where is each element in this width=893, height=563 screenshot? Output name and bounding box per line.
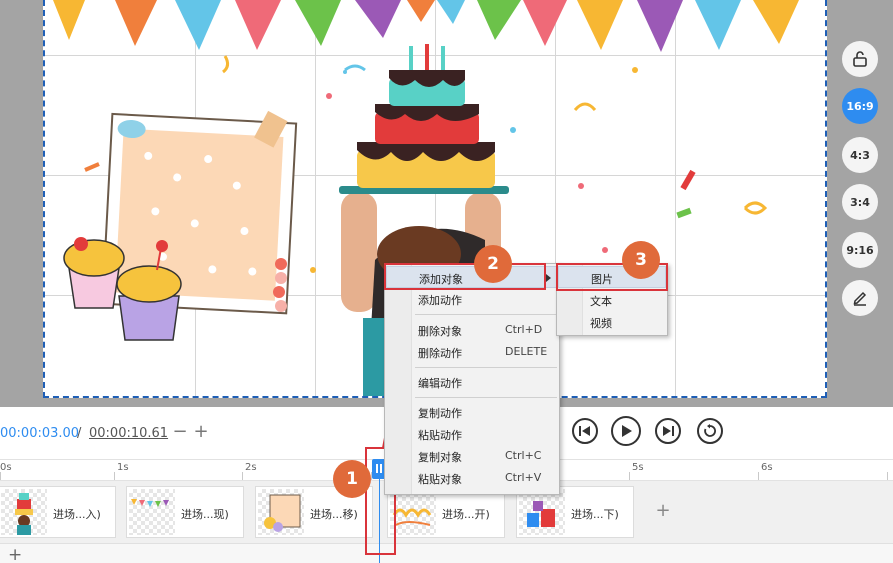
menu-item-label: 复制动作 (418, 407, 462, 420)
ratio-3-4-button[interactable]: 3:4 (842, 184, 878, 220)
time-separator: / (77, 426, 82, 441)
menu-item-label: 复制对象 (418, 451, 462, 464)
menu-item-paste-object[interactable]: 粘贴对象 Ctrl+V (386, 467, 558, 489)
menu-item-add-action[interactable]: 添加动作 (386, 288, 558, 310)
menu-separator (415, 397, 557, 398)
step-badge-1: 1 (333, 460, 371, 498)
menu-item-label: 粘贴对象 (418, 473, 462, 486)
ratio-16-9-button[interactable]: 16:9 (842, 88, 878, 124)
replay-button[interactable] (697, 418, 723, 444)
menu-item-label: 删除对象 (418, 325, 462, 338)
zoom-in-button[interactable]: + (193, 421, 209, 442)
ruler-tick (242, 472, 243, 480)
submenu-arrow-icon (546, 274, 551, 282)
clip-item[interactable]: 进场...入) (0, 486, 116, 538)
total-time[interactable]: 00:00:10.61 (89, 426, 168, 441)
play-icon (622, 425, 632, 437)
menu-item-shortcut: Ctrl+D (505, 323, 543, 336)
gifts-thumbnail (527, 501, 555, 527)
add-clip-button[interactable]: + (653, 502, 673, 522)
current-time: 00:00:03.00 (0, 426, 80, 441)
ruler-tick (114, 472, 115, 480)
annotation-box-add-object (384, 263, 546, 290)
menu-separator (415, 314, 557, 315)
ruler-label: 1s (117, 462, 129, 473)
replay-icon (704, 424, 716, 437)
bottom-bar: + (0, 543, 893, 563)
menu-item-paste-action[interactable]: 粘贴动作 (386, 423, 558, 445)
clip-thumbnail (1, 489, 47, 535)
menu-item-label: 添加动作 (418, 294, 462, 307)
menu-item-label: 编辑动作 (418, 377, 462, 390)
ruler-label: 5s (632, 462, 644, 473)
clip-label: 进场...下) (571, 508, 619, 521)
ruler-tick (887, 472, 888, 480)
menu-item-label: 视频 (590, 317, 612, 330)
menu-item-delete-action[interactable]: 删除动作 DELETE (386, 341, 558, 363)
play-button[interactable] (611, 416, 641, 446)
bunting-thumbnail (131, 499, 169, 507)
clip-thumbnail (519, 489, 565, 535)
step-badge-2: 2 (474, 245, 512, 283)
happy-birthday-text-thumbnail (392, 508, 432, 526)
menu-separator (415, 367, 557, 368)
add-track-button[interactable]: + (8, 545, 22, 563)
step-badge-3: 3 (622, 241, 660, 279)
lock-ratio-button[interactable] (842, 41, 878, 77)
ratio-9-16-button[interactable]: 9:16 (842, 232, 878, 268)
menu-item-copy-action[interactable]: 复制动作 (386, 401, 558, 423)
context-menu: 添加对象 添加动作 删除对象 Ctrl+D 删除动作 DELETE 编辑动作 复… (384, 263, 560, 495)
menu-item-copy-object[interactable]: 复制对象 Ctrl+C (386, 445, 558, 467)
video-editor: 16:9 4:3 3:4 9:16 00:00:03.00 / 00:00:10… (0, 0, 893, 563)
ruler-tick (758, 472, 759, 480)
clip-label: 进场...移) (310, 508, 358, 521)
unlock-icon (853, 51, 867, 67)
skip-back-icon (579, 426, 590, 436)
menu-item-label: 文本 (590, 295, 612, 308)
ruler-label: 0s (0, 462, 12, 473)
pencil-icon (853, 291, 867, 306)
zoom-out-button[interactable]: − (172, 421, 188, 442)
menu-item-label: 粘贴动作 (418, 429, 462, 442)
edit-button[interactable] (842, 280, 878, 316)
clip-label: 进场...现) (181, 508, 229, 521)
submenu-item-video[interactable]: 视频 (558, 311, 666, 333)
submenu-item-text[interactable]: 文本 (558, 289, 666, 311)
ruler-label: 2s (245, 462, 257, 473)
menu-item-shortcut: Ctrl+C (505, 449, 542, 462)
clip-label: 进场...开) (442, 508, 490, 521)
skip-forward-icon (663, 426, 674, 436)
menu-item-edit-action[interactable]: 编辑动作 (386, 371, 558, 393)
frame-thumbnail (264, 494, 301, 532)
skip-back-button[interactable] (572, 418, 598, 444)
menu-item-delete-object[interactable]: 删除对象 Ctrl+D (386, 319, 558, 341)
menu-item-shortcut: Ctrl+V (505, 471, 542, 484)
clip-thumbnail (390, 489, 436, 535)
menu-item-shortcut: DELETE (505, 345, 548, 358)
ruler-tick (0, 472, 1, 480)
person-cake-thumbnail (15, 493, 33, 535)
ruler-label: 6s (761, 462, 773, 473)
ruler-tick (629, 472, 630, 480)
skip-forward-button[interactable] (655, 418, 681, 444)
clip-thumbnail (258, 489, 304, 535)
clip-label: 进场...入) (53, 508, 101, 521)
menu-item-label: 删除动作 (418, 347, 462, 360)
clip-item[interactable]: 进场...现) (126, 486, 244, 538)
clip-thumbnail (129, 489, 175, 535)
ratio-4-3-button[interactable]: 4:3 (842, 137, 878, 173)
